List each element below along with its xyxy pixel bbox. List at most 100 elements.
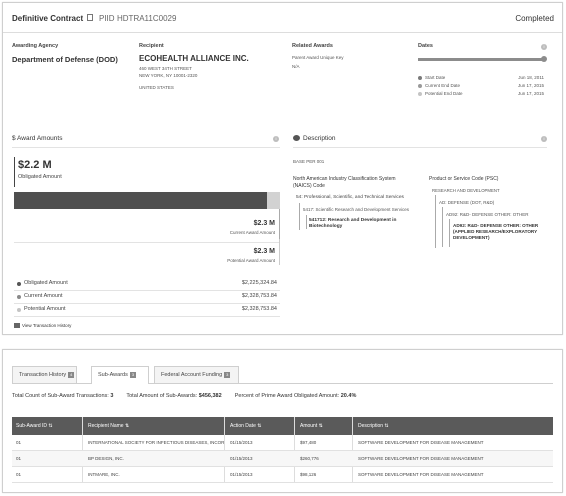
amount-row-value: $2,328,753.84: [241, 293, 277, 299]
psc-level-1: RESEARCH AND DEVELOPMENT: [432, 188, 500, 193]
cell-description: SOFTWARE DEVELOPMENT FOR DISEASE MANAGEM…: [358, 456, 484, 461]
date-dot: [418, 84, 422, 88]
table-icon: [14, 323, 20, 328]
recipient-label: Recipient: [139, 43, 164, 49]
description-text: BASE PER 001: [293, 159, 325, 164]
cell-amount: $98,126: [300, 472, 317, 477]
dates-label: Dates: [418, 43, 433, 49]
obligated-big-value: $2.2 M: [18, 159, 52, 171]
psc-level-3: AD92: R&D- DEFENSE OTHER: OTHER: [446, 212, 529, 217]
subaward-summary: Total Count of Sub-Award Transactions: 3…: [12, 393, 356, 399]
tab-transaction-history-count: 4: [68, 371, 75, 378]
tab-federal-account-funding[interactable]: Federal Account Funding 3: [154, 366, 239, 383]
address-line3: UNITED STATES: [139, 85, 174, 90]
psc-level-2: AD: DEFENSE (DOT, R&D): [439, 200, 495, 205]
award-amounts-title: $ Award Amounts: [12, 135, 63, 142]
date-dot: [418, 76, 422, 80]
date-label: Potential End Date: [425, 91, 463, 96]
potential-big-label: Potential Award Amount: [227, 258, 275, 263]
date-label: Current End Date: [425, 83, 461, 88]
date-value: Jun 17, 2015: [517, 83, 544, 88]
tab-transaction-history-label: Transaction History: [19, 372, 67, 378]
subaward-amount-label: Total Amount of Sub-Awards:: [126, 393, 198, 399]
agency-link[interactable]: Department of Defense (DOD): [12, 55, 118, 64]
flag-icon: [87, 14, 93, 21]
cell-action-date: 01/15/2013: [230, 456, 253, 461]
psc-tree-line: [435, 195, 436, 248]
naics-level-3: 541712: Research and Development in Biot…: [309, 218, 397, 229]
col-amount[interactable]: Amount ⇅: [300, 417, 323, 435]
obligated-marker: [14, 157, 15, 187]
agency-label: Awarding Agency: [12, 43, 59, 49]
parent-award-label: Parent Award Unique Key: [292, 55, 344, 60]
award-type: Definitive Contract: [12, 14, 84, 23]
naics-tree-line-2: [306, 215, 307, 229]
amount-row-label: Potential Amount: [24, 306, 66, 312]
view-transaction-history-link[interactable]: View Transaction History: [22, 323, 71, 328]
cell-sub-award-id: 01: [16, 456, 22, 461]
col-action-date[interactable]: Action Date ⇅: [230, 417, 261, 435]
amount-legend-dot: [17, 295, 21, 299]
naics-level-1: 54: Professional, Scientific, and Techni…: [296, 195, 404, 200]
subaward-count-label: Total Count of Sub-Award Transactions:: [12, 393, 109, 399]
cell-amount: $260,776: [300, 456, 319, 461]
subaward-amount-value: $456,382: [198, 393, 222, 399]
current-big-label: Current Award Amount: [229, 230, 275, 235]
date-dot: [418, 92, 422, 96]
tab-sub-awards[interactable]: Sub-Awards 3: [91, 366, 149, 384]
tab-sub-awards-count: 3: [129, 371, 137, 378]
subaward-count-value: 3: [110, 393, 114, 399]
amount-legend-dot: [17, 282, 21, 286]
date-value: Jun 18, 2011: [518, 75, 544, 80]
award-amounts-info-icon[interactable]: i: [273, 136, 279, 142]
status-badge: Completed: [515, 14, 554, 23]
amount-row-label: Obligated Amount: [24, 280, 68, 286]
award-header: Definitive Contract PIID HDTRA11C0029 Co…: [3, 3, 562, 33]
obligated-bar-fill: [14, 192, 268, 209]
tab-transaction-history[interactable]: Transaction History 4: [12, 366, 77, 383]
subaward-percent-label: Percent of Prime Award Obligated Amount:: [234, 393, 340, 399]
address-line1: 460 WEST 34TH STREET: [139, 66, 192, 71]
table-row[interactable]: 01 INTMARE, INC. 01/15/2013 $98,126 SOFTWARE…: [12, 467, 553, 483]
piid-value: HDTRA11C0029: [117, 14, 177, 23]
description-info-icon[interactable]: i: [541, 136, 547, 142]
col-sub-award-id[interactable]: Sub-Award ID ⇅: [16, 417, 53, 435]
cell-recipient-name: BP DESIGN, INC.: [88, 456, 124, 461]
col-description[interactable]: Description ⇅: [358, 417, 389, 435]
cell-description: SOFTWARE DEVELOPMENT FOR DISEASE MANAGEM…: [358, 440, 484, 445]
amount-legend-dot: [17, 308, 21, 312]
award-tables-panel: Transaction History 4 Sub-Awards 3 Federal…: [2, 349, 563, 493]
tab-sub-awards-label: Sub-Awards: [98, 372, 128, 378]
potential-marker: [279, 239, 280, 265]
description-title: Description: [303, 135, 336, 142]
naics-level-2: 5417: Scientific Research and Developmen…: [303, 207, 410, 212]
recipient-link[interactable]: ECOHEALTH ALLIANCE INC.: [139, 54, 249, 63]
table-row[interactable]: 01 INTERNATIONAL SOCIETY FOR INFECTIOUS D…: [12, 435, 553, 451]
naics-tree-line: [299, 203, 300, 230]
amount-row-value: $2,225,324.84: [241, 280, 277, 286]
tab-federal-account-funding-count: 3: [224, 371, 231, 378]
psc-title: Product or Service Code (PSC): [429, 176, 499, 182]
cell-sub-award-id: 01: [16, 440, 22, 445]
table-row[interactable]: 01 BP DESIGN, INC. 01/15/2013 $260,776 SOFTW…: [12, 451, 553, 467]
cell-sub-award-id: 01: [16, 472, 22, 477]
subawards-table: Sub-Award ID ⇅ Recipient Name ⇅ Action D…: [12, 417, 553, 483]
info-icon[interactable]: i: [541, 44, 547, 50]
award-amount-bar: [14, 192, 280, 209]
parent-award-value: N/A: [292, 64, 300, 69]
cell-action-date: 01/15/2013: [230, 472, 253, 477]
col-recipient-name[interactable]: Recipient Name ⇅: [88, 417, 129, 435]
tab-federal-account-funding-label: Federal Account Funding: [161, 372, 223, 378]
amount-row-label: Current Amount: [24, 293, 63, 299]
related-awards-label: Related Awards: [292, 43, 333, 49]
cell-amount: $97,480: [300, 440, 317, 445]
psc-tree-line-3: [449, 219, 450, 247]
psc-level-4: AD92: R&D- DEFENSE OTHER: OTHER (APPLIED…: [453, 223, 539, 240]
address-line2: NEW YORK, NY 10001-2320: [139, 73, 198, 78]
cell-recipient-name: INTERNATIONAL SOCIETY FOR INFECTIOUS DIS…: [88, 440, 224, 445]
table-header: Sub-Award ID ⇅ Recipient Name ⇅ Action D…: [12, 417, 553, 435]
piid-label: PIID: [99, 14, 115, 23]
date-value: Jun 17, 2015: [517, 91, 544, 96]
description-icon: [293, 135, 300, 141]
amount-row-value: $2,328,753.84: [241, 306, 277, 312]
